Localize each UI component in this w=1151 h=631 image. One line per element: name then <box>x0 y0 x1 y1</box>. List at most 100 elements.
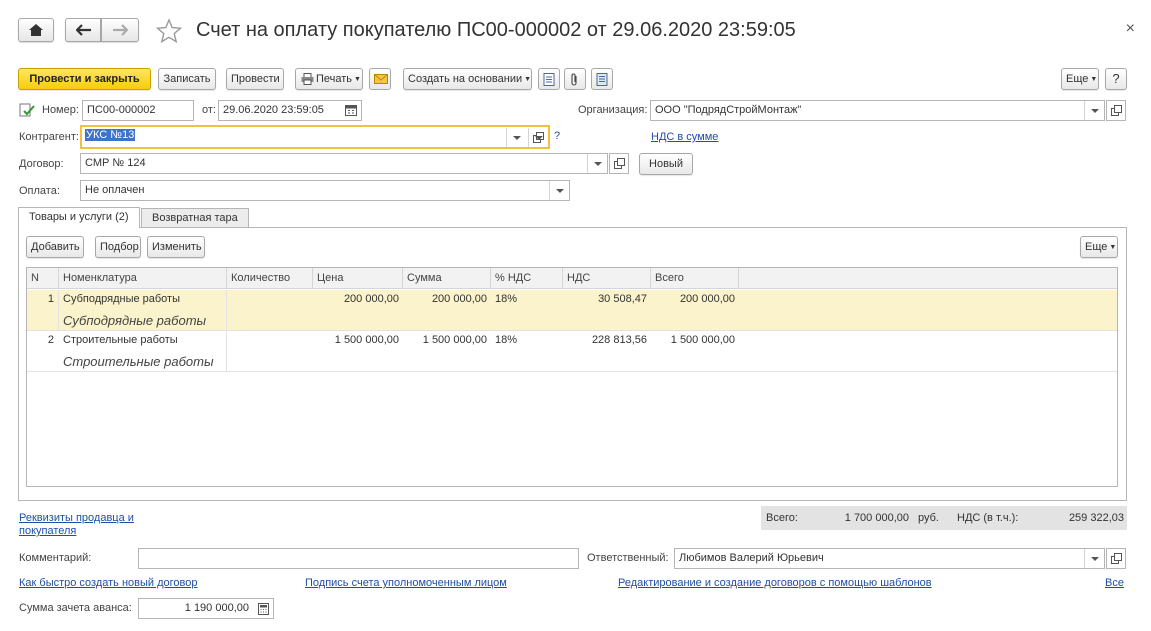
edit-row-button[interactable]: Изменить <box>147 236 205 258</box>
cell-n: 2 <box>47 334 54 346</box>
requisites-link[interactable]: Реквизиты продавца и покупателя <box>19 512 134 538</box>
report-icon <box>596 73 608 86</box>
new-contract-button[interactable]: Новый <box>639 153 693 175</box>
organization-dropdown[interactable] <box>1084 101 1104 120</box>
contractor-open-button[interactable] <box>528 128 548 147</box>
table-more-button[interactable]: Еще ▼ <box>1080 236 1118 258</box>
more-button[interactable]: Еще ▼ <box>1061 68 1099 90</box>
create-based-on-button[interactable]: Создать на основании ▼ <box>403 68 532 90</box>
document-icon <box>543 73 555 86</box>
contract-value: СМР № 124 <box>85 157 146 169</box>
vat-total-label: НДС (в т.ч.): <box>957 512 1019 524</box>
documents-button[interactable] <box>538 68 560 90</box>
organization-field[interactable]: ООО "ПодрядСтройМонтаж" <box>650 100 1105 121</box>
organization-value: ООО "ПодрядСтройМонтаж" <box>655 104 802 116</box>
calendar-icon[interactable] <box>345 105 357 116</box>
help-button[interactable]: ? <box>1105 68 1127 90</box>
home-button[interactable] <box>18 18 54 42</box>
report-button[interactable] <box>591 68 613 90</box>
date-value: 29.06.2020 23:59:05 <box>223 104 324 116</box>
table-row[interactable]: 1 Субподрядные работы Субподрядные работ… <box>27 290 1117 331</box>
cell-item: Субподрядные работы <box>63 293 180 305</box>
advance-value: 1 190 000,00 <box>184 602 249 614</box>
create-based-on-label: Создать на основании <box>408 73 523 85</box>
column-header-n[interactable]: N <box>27 268 59 289</box>
close-icon[interactable]: × <box>1126 20 1135 38</box>
table-header: N Номенклатура Количество Цена Сумма % Н… <box>27 268 1117 289</box>
organization-label: Организация: <box>578 104 648 116</box>
post-and-close-button[interactable]: Провести и закрыть <box>18 68 151 90</box>
responsible-field[interactable]: Любимов Валерий Юрьевич <box>674 548 1105 569</box>
payment-field[interactable]: Не оплачен <box>80 180 570 201</box>
templates-link[interactable]: Редактирование и создание договоров с по… <box>618 577 932 589</box>
open-icon <box>533 132 544 143</box>
table-row[interactable]: 2 Строительные работы Строительные работ… <box>27 331 1117 372</box>
column-header-item[interactable]: Номенклатура <box>59 268 227 289</box>
email-button[interactable] <box>369 68 391 90</box>
payment-dropdown[interactable] <box>549 181 569 200</box>
cell-vat-rate: 18% <box>495 334 518 346</box>
responsible-dropdown[interactable] <box>1084 549 1104 568</box>
cell-content: Субподрядные работы <box>63 313 207 328</box>
tab-returnable-packaging[interactable]: Возвратная тара <box>141 208 249 228</box>
payment-label: Оплата: <box>19 185 60 197</box>
printer-icon <box>301 73 314 85</box>
cell-vat-rate: 18% <box>495 293 518 305</box>
totals-bar: Всего: 1 700 000,00 руб. НДС (в т.ч.): 2… <box>761 506 1127 530</box>
requisites-link-line-1: Реквизиты продавца и <box>19 512 134 524</box>
add-row-button[interactable]: Добавить <box>26 236 84 258</box>
tab-goods-services[interactable]: Товары и услуги (2) <box>18 207 140 228</box>
vat-total-value: 259 322,03 <box>1068 512 1124 524</box>
contract-label: Договор: <box>19 158 64 170</box>
contractor-help-link[interactable]: ? <box>554 130 560 142</box>
contract-open-button[interactable] <box>609 153 629 174</box>
date-label: от: <box>202 104 216 116</box>
contractor-dropdown[interactable] <box>506 128 526 147</box>
advance-label: Сумма зачета аванса: <box>19 602 132 614</box>
total-label: Всего: <box>766 512 798 524</box>
signature-link[interactable]: Подпись счета уполномоченным лицом <box>305 577 507 589</box>
arrow-left-icon <box>76 24 91 36</box>
contract-field[interactable]: СМР № 124 <box>80 153 608 174</box>
column-header-quantity[interactable]: Количество <box>227 268 313 289</box>
cell-n: 1 <box>47 293 54 305</box>
cell-vat: 30 508,47 <box>598 293 647 305</box>
calculator-icon[interactable] <box>258 603 269 615</box>
attach-button[interactable] <box>564 68 586 90</box>
all-links-link[interactable]: Все <box>1105 577 1124 589</box>
back-button[interactable] <box>65 18 101 42</box>
column-header-price[interactable]: Цена <box>313 268 403 289</box>
forward-button[interactable] <box>101 18 139 42</box>
contract-dropdown[interactable] <box>587 154 607 173</box>
star-icon[interactable] <box>156 18 182 44</box>
post-button[interactable]: Провести <box>226 68 284 90</box>
cell-price: 1 500 000,00 <box>334 334 399 346</box>
column-header-vat-rate[interactable]: % НДС <box>491 268 563 289</box>
select-items-button[interactable]: Подбор <box>95 236 141 258</box>
organization-open-button[interactable] <box>1106 100 1126 121</box>
number-field[interactable]: ПС00-000002 <box>82 100 194 121</box>
date-field[interactable]: 29.06.2020 23:59:05 <box>218 100 362 121</box>
comment-field[interactable] <box>138 548 579 569</box>
column-header-vat[interactable]: НДС <box>563 268 651 289</box>
vat-in-sum-link[interactable]: НДС в сумме <box>651 131 718 143</box>
open-icon <box>1111 553 1122 564</box>
save-button[interactable]: Записать <box>158 68 216 90</box>
posted-document-icon <box>19 103 35 117</box>
page-title: Счет на оплату покупателю ПС00-000002 от… <box>196 19 796 41</box>
contractor-field[interactable]: УКС №13 <box>80 125 550 149</box>
envelope-icon <box>374 74 388 84</box>
advance-field[interactable]: 1 190 000,00 <box>138 598 274 619</box>
print-button[interactable]: Печать ▼ <box>295 68 363 90</box>
responsible-open-button[interactable] <box>1106 548 1126 569</box>
cell-content: Строительные работы <box>63 354 214 369</box>
currency-label: руб. <box>918 512 939 524</box>
cell-price: 200 000,00 <box>343 293 399 305</box>
contractor-label: Контрагент: <box>19 131 79 143</box>
cell-total: 1 500 000,00 <box>670 334 735 346</box>
new-contract-howto-link[interactable]: Как быстро создать новый договор <box>19 577 198 589</box>
requisites-link-line-2: покупателя <box>19 525 77 537</box>
number-label: Номер: <box>42 104 79 116</box>
column-header-total[interactable]: Всего <box>651 268 739 289</box>
column-header-sum[interactable]: Сумма <box>403 268 491 289</box>
